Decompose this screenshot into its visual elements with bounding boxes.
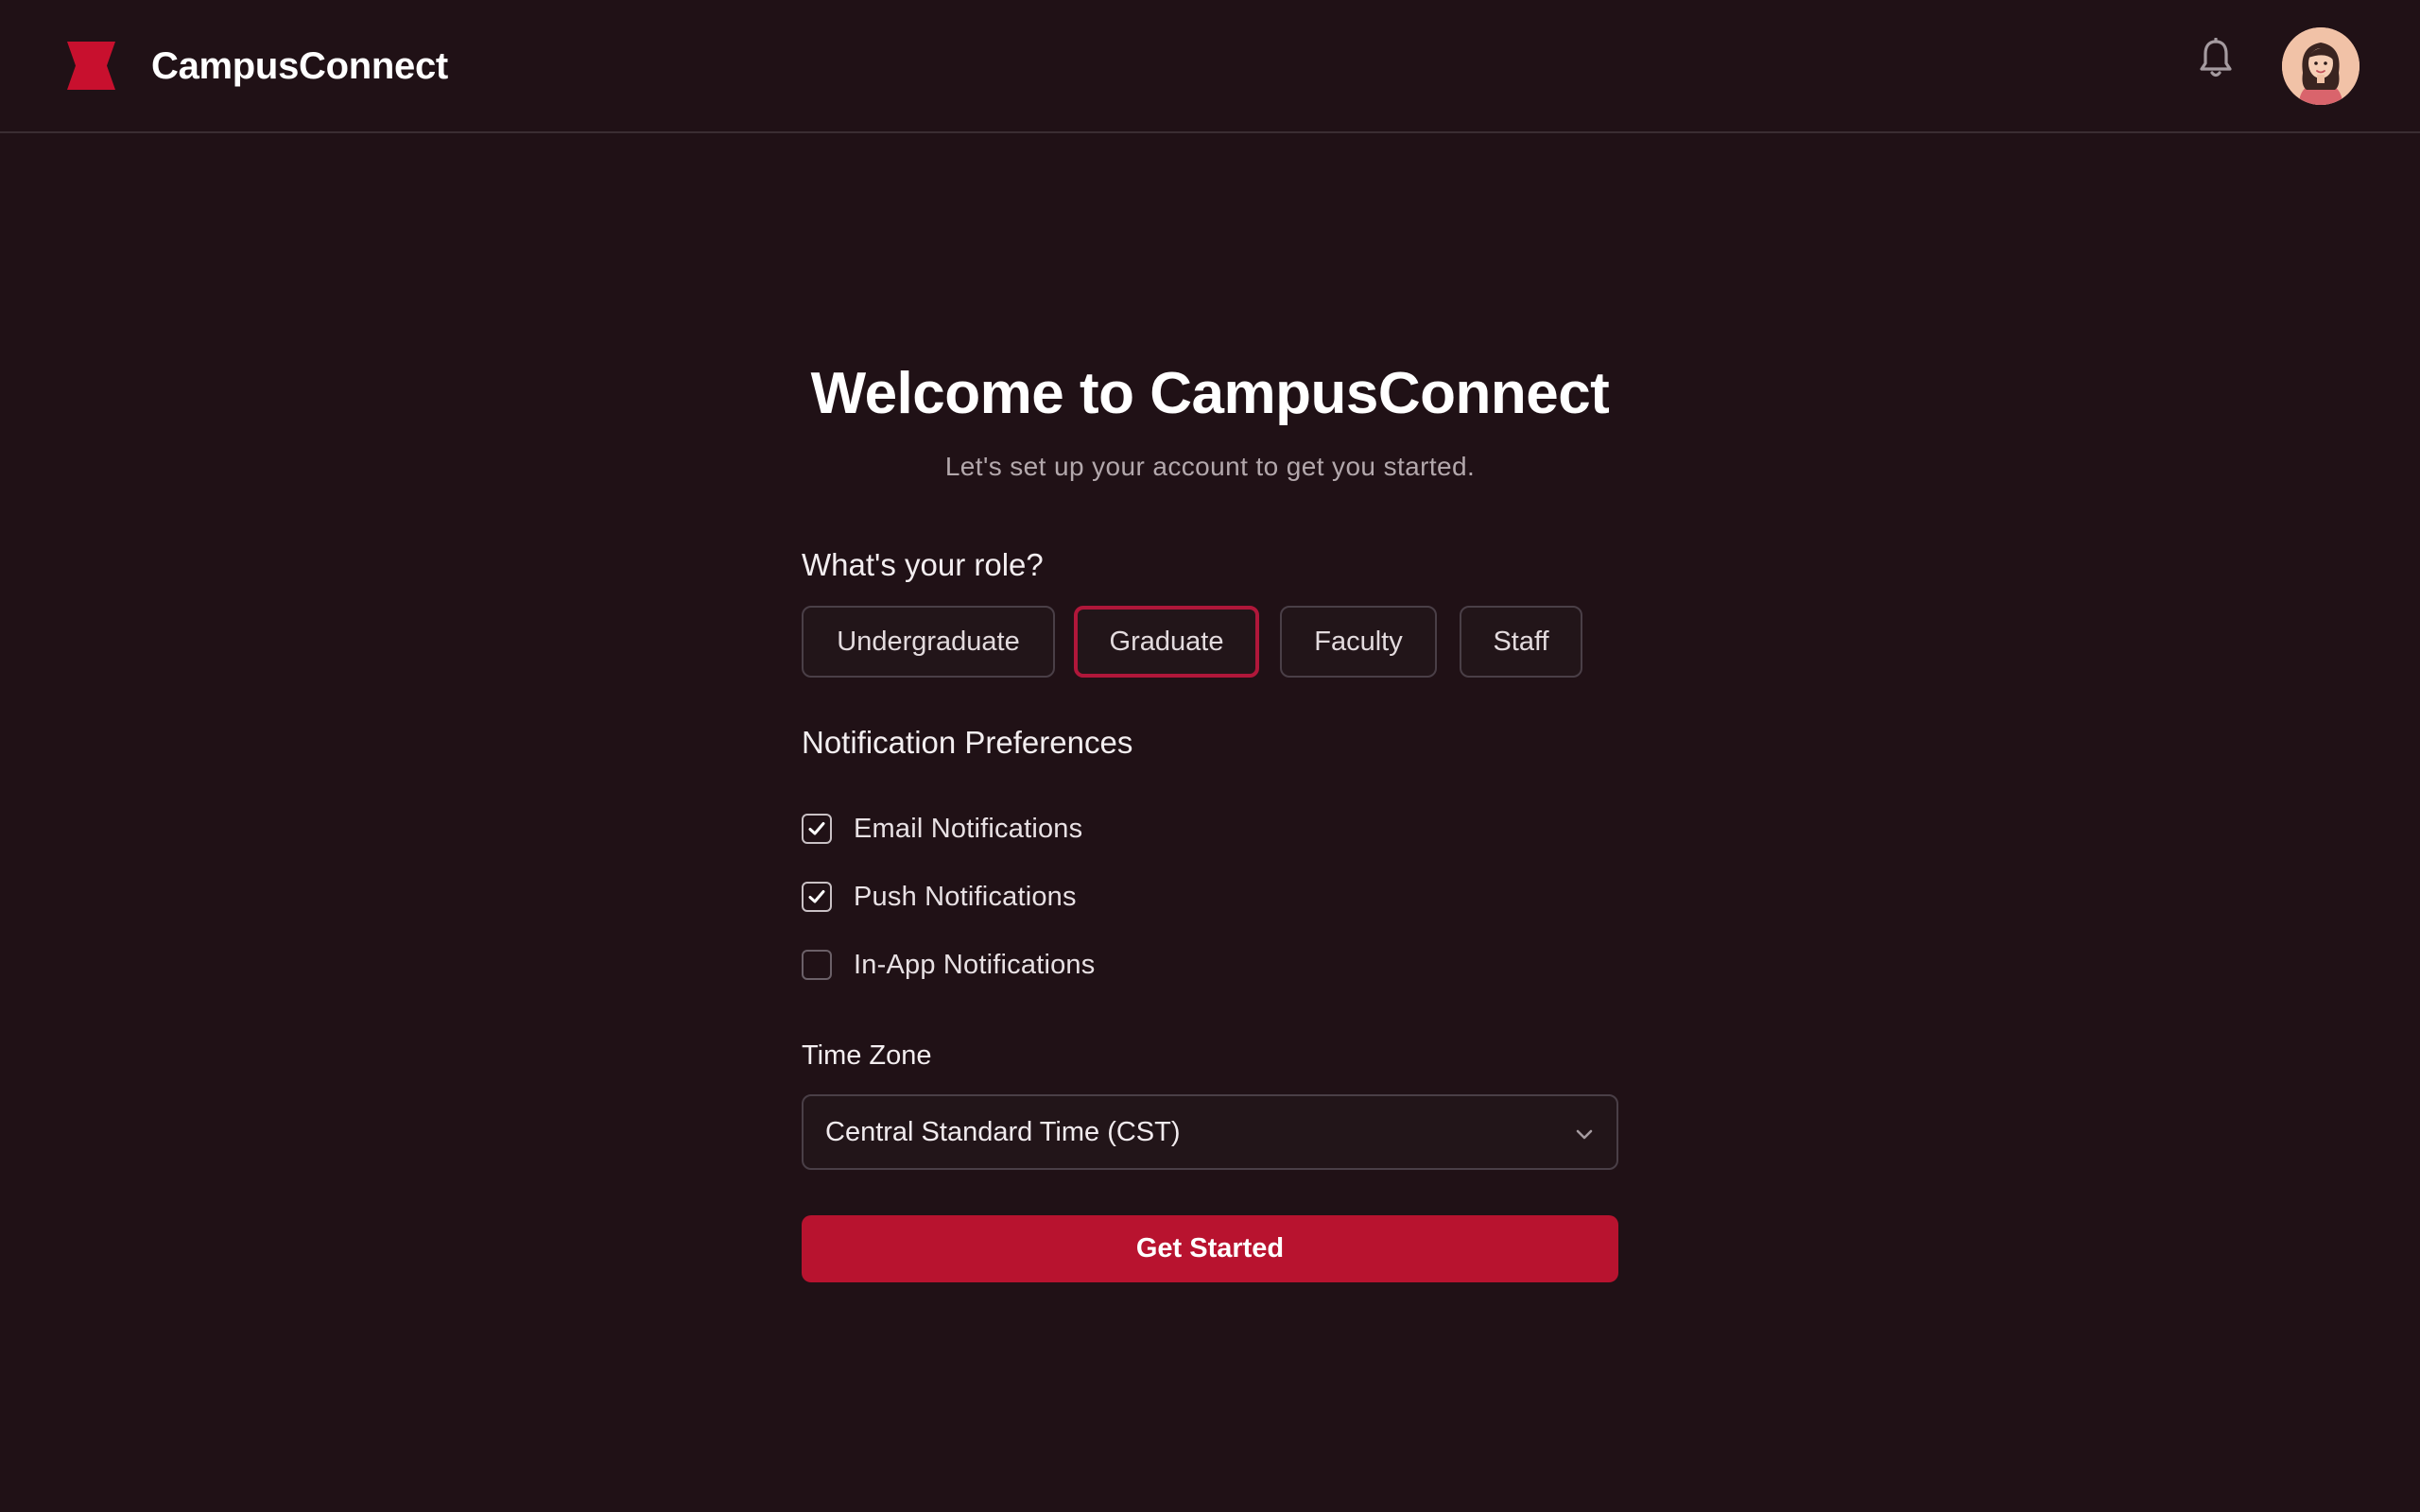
bell-icon[interactable]: [2196, 38, 2236, 81]
app-name[interactable]: CampusConnect: [151, 42, 448, 91]
email-notifications-checkbox[interactable]: [802, 814, 832, 844]
push-notifications-option[interactable]: Push Notifications: [802, 880, 1077, 914]
checkmark-icon: [808, 890, 825, 903]
in-app-notifications-option[interactable]: In-App Notifications: [802, 948, 1095, 982]
avatar-illustration: [2282, 27, 2360, 105]
page-title: Welcome to CampusConnect: [810, 361, 1610, 426]
in-app-notifications-label: In-App Notifications: [854, 949, 1096, 980]
push-notifications-label: Push Notifications: [854, 881, 1077, 912]
email-notifications-label: Email Notifications: [854, 813, 1083, 844]
top-navigation-bar: CampusConnect: [0, 0, 2420, 133]
onboarding-panel: Welcome to CampusConnect Let's set up yo…: [0, 133, 2420, 1512]
notifications-section-label: Notification Preferences: [802, 725, 1133, 760]
role-section-label: What's your role?: [802, 547, 1044, 582]
user-avatar[interactable]: [2282, 27, 2360, 105]
role-undergraduate-button[interactable]: Undergraduate: [802, 606, 1055, 678]
app-logo-icon[interactable]: [67, 42, 115, 90]
role-graduate-button[interactable]: Graduate: [1074, 606, 1259, 678]
email-notifications-option[interactable]: Email Notifications: [802, 812, 1082, 846]
get-started-button[interactable]: Get Started: [802, 1215, 1618, 1282]
role-faculty-button[interactable]: Faculty: [1280, 606, 1437, 678]
push-notifications-checkbox[interactable]: [802, 882, 832, 912]
timezone-selected-value: Central Standard Time (CST): [825, 1116, 1181, 1147]
timezone-select[interactable]: Central Standard Time (CST): [802, 1094, 1618, 1170]
role-staff-button[interactable]: Staff: [1460, 606, 1582, 678]
in-app-notifications-checkbox[interactable]: [802, 950, 832, 980]
chevron-down-icon: [1576, 1129, 1593, 1140]
page-subtitle: Let's set up your account to get you sta…: [944, 452, 1476, 481]
checkmark-icon: [808, 822, 825, 835]
timezone-label: Time Zone: [802, 1040, 932, 1071]
